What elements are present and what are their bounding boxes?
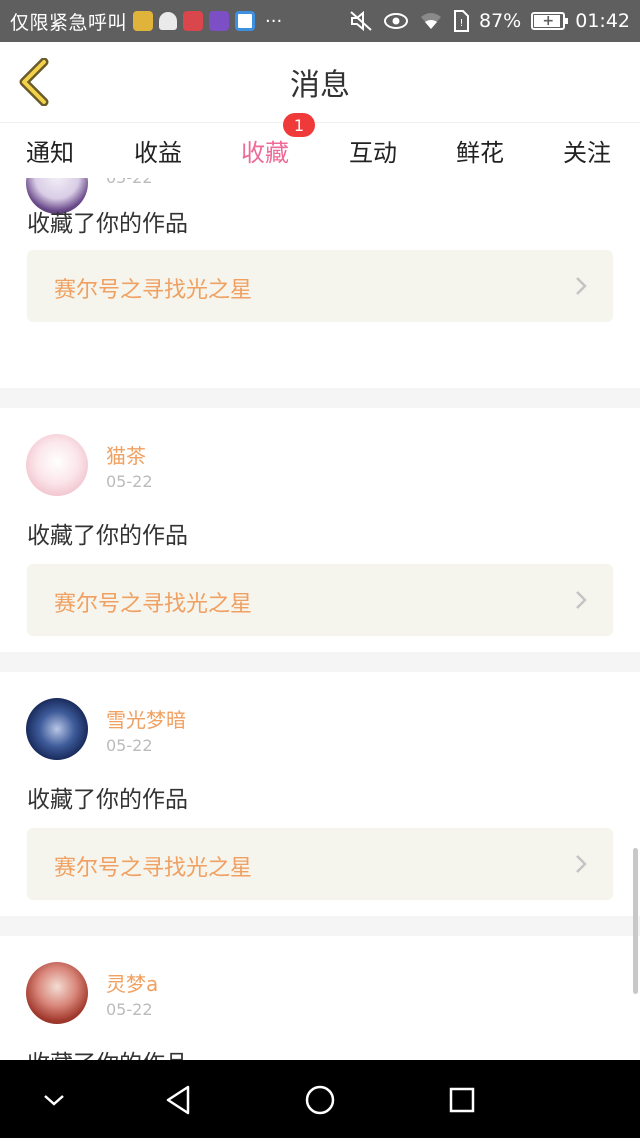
scrollbar[interactable]: [633, 848, 638, 994]
tab-label: 鲜花: [456, 139, 504, 167]
favorite-message-card: 君狐 05-22 收藏了你的作品 赛尔号之寻找光之星: [0, 178, 640, 388]
message-date: 05-22: [106, 1000, 153, 1019]
tab-label: 收益: [134, 139, 182, 167]
tab-label: 收藏: [241, 139, 289, 167]
hide-keyboard-button[interactable]: [34, 1080, 74, 1120]
tab-label: 关注: [563, 139, 611, 167]
message-date: 05-22: [106, 736, 153, 755]
favorite-message-card: 猫茶 05-22 收藏了你的作品 赛尔号之寻找光之星: [0, 408, 640, 652]
avatar[interactable]: [26, 434, 88, 496]
message-date: 05-22: [106, 472, 153, 491]
battery-percent: 87%: [479, 10, 522, 32]
app-icon-purple: [209, 11, 230, 31]
bell-icon: [159, 12, 178, 30]
tab-notice[interactable]: 通知: [26, 133, 74, 168]
action-text: 收藏了你的作品: [27, 787, 188, 813]
tab-interaction[interactable]: 互动: [349, 133, 397, 168]
user-name[interactable]: 猫茶: [106, 440, 146, 469]
header: 消息: [0, 42, 640, 122]
work-title: 赛尔号之寻找光之星: [54, 592, 253, 617]
back-button[interactable]: [16, 57, 52, 107]
avatar[interactable]: [26, 698, 88, 760]
mute-icon: [349, 10, 373, 32]
back-nav-button[interactable]: [158, 1080, 198, 1120]
work-link[interactable]: 赛尔号之寻找光之星: [27, 250, 613, 322]
user-name[interactable]: 雪光梦暗: [106, 704, 186, 733]
battery-icon: +: [531, 12, 569, 30]
wifi-icon: [419, 11, 443, 31]
chevron-right-icon: [576, 591, 587, 609]
action-text: 收藏了你的作品: [27, 1044, 188, 1060]
hide-keyboard-icon: [44, 1095, 64, 1106]
system-nav-bar: [0, 1060, 640, 1138]
page-title: 消息: [290, 68, 350, 103]
message-feed[interactable]: 君狐 05-22 收藏了你的作品 赛尔号之寻找光之星 猫茶 05-22 收藏了你…: [0, 178, 640, 1060]
more-notifications-icon: ···: [265, 10, 283, 32]
status-bar: 仅限紧急呼叫 ··· ! 87% + 01:42: [0, 0, 640, 42]
back-triangle-icon: [166, 1085, 190, 1115]
tab-favorites[interactable]: 收藏 1: [241, 113, 315, 182]
chevron-right-icon: [576, 277, 587, 295]
tab-label: 互动: [349, 139, 397, 167]
tab-flowers[interactable]: 鲜花: [456, 133, 504, 168]
recents-square-icon: [449, 1087, 475, 1113]
work-link[interactable]: 赛尔号之寻找光之星: [27, 564, 613, 636]
work-title: 赛尔号之寻找光之星: [54, 278, 253, 303]
tab-label: 通知: [26, 139, 74, 167]
sim-icon: !: [453, 10, 469, 32]
app-icon-red: [183, 11, 204, 31]
recents-nav-button[interactable]: [442, 1080, 482, 1120]
action-text: 收藏了你的作品: [27, 523, 188, 549]
unread-badge: 1: [283, 113, 315, 137]
chevron-left-icon: [19, 57, 49, 107]
action-text: 收藏了你的作品: [27, 211, 188, 237]
avatar[interactable]: [26, 962, 88, 1024]
clock: 01:42: [575, 10, 630, 32]
message-date: 05-22: [106, 178, 153, 187]
tab-follow[interactable]: 关注: [563, 133, 611, 168]
work-title: 赛尔号之寻找光之星: [54, 856, 253, 881]
user-name[interactable]: 灵梦a: [106, 968, 158, 997]
tab-earnings[interactable]: 收益: [134, 133, 182, 168]
home-circle-icon: [305, 1085, 335, 1115]
favorite-message-card: 灵梦a 05-22 收藏了你的作品: [0, 936, 640, 1060]
favorite-message-card: 雪光梦暗 05-22 收藏了你的作品 赛尔号之寻找光之星: [0, 672, 640, 916]
chevron-right-icon: [576, 855, 587, 873]
app-icon-yellow: [133, 11, 154, 31]
svg-text:!: !: [459, 18, 463, 29]
home-nav-button[interactable]: [300, 1080, 340, 1120]
tab-bar: 通知 收益 收藏 1 互动 鲜花 关注: [0, 113, 640, 182]
carrier-text: 仅限紧急呼叫: [10, 11, 128, 34]
app-icon-blue: [235, 11, 256, 31]
work-link[interactable]: 赛尔号之寻找光之星: [27, 828, 613, 900]
eye-icon: [383, 11, 409, 31]
